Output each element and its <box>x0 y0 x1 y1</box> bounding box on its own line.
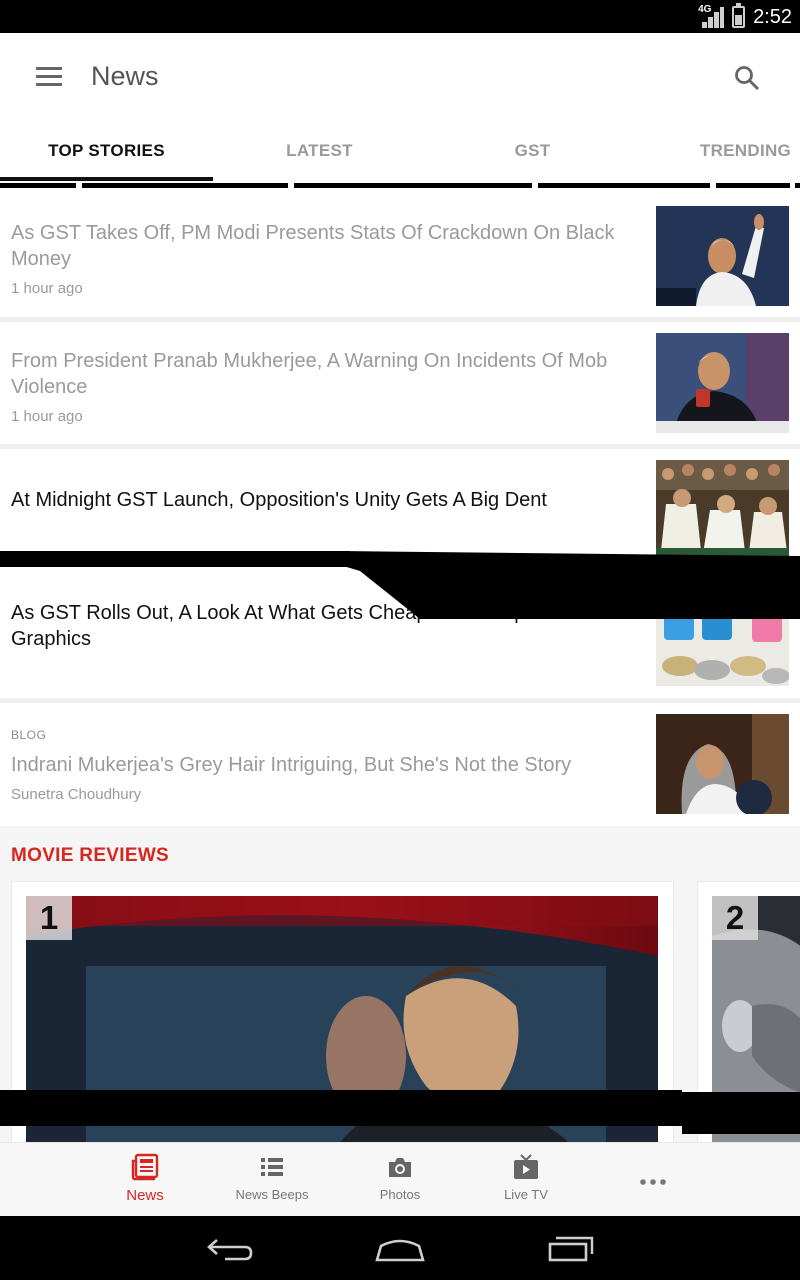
signal-icon: 4G <box>698 4 725 28</box>
glitch-band <box>795 183 800 188</box>
story-time: 1 hour ago <box>11 408 83 425</box>
story-kicker: BLOG <box>11 728 47 742</box>
story-item[interactable]: As GST Takes Off, PM Modi Presents Stats… <box>0 193 800 317</box>
nav-label: News <box>126 1187 164 1204</box>
glitch-band <box>682 1092 800 1134</box>
nav-news-beeps[interactable]: News Beeps <box>212 1143 332 1217</box>
more-icon[interactable] <box>640 1179 666 1185</box>
rank-badge: 1 <box>26 896 72 940</box>
search-icon[interactable] <box>734 65 760 91</box>
list-icon <box>261 1158 283 1176</box>
home-icon[interactable] <box>374 1234 426 1262</box>
nav-photos[interactable]: Photos <box>340 1143 460 1217</box>
nav-label: Live TV <box>504 1187 548 1202</box>
newspaper-icon <box>131 1153 159 1181</box>
bottom-navigation: News News Beeps Photos Live TV <box>0 1142 800 1216</box>
story-title: At Midnight GST Launch, Opposition's Uni… <box>11 489 547 511</box>
story-time: 1 hour ago <box>11 280 83 297</box>
recent-apps-icon[interactable] <box>546 1234 596 1262</box>
nav-news[interactable]: News <box>85 1143 205 1217</box>
page-title: News <box>91 61 159 91</box>
glitch-band <box>0 551 350 567</box>
story-item[interactable]: From President Pranab Mukherjee, A Warni… <box>0 322 800 444</box>
battery-icon <box>732 3 746 28</box>
active-tab-indicator <box>0 177 213 181</box>
camera-icon <box>389 1158 411 1177</box>
story-title: As GST Takes Off, PM Modi Presents Stats… <box>11 222 615 270</box>
story-title: From President Pranab Mukherjee, A Warni… <box>11 350 608 398</box>
status-bar: 4G 2:52 <box>0 0 800 33</box>
story-thumbnail <box>656 206 789 306</box>
nav-live-tv[interactable]: Live TV <box>466 1143 586 1217</box>
tab-bar: TOP STORIES LATEST GST TRENDING <box>0 120 800 182</box>
story-author: Sunetra Choudhury <box>11 786 142 803</box>
glitch-band <box>538 183 710 188</box>
nav-label: Photos <box>379 1187 421 1202</box>
tv-icon <box>514 1154 538 1179</box>
nav-label: News Beeps <box>235 1187 309 1202</box>
app-bar: News <box>0 33 800 120</box>
tab-latest[interactable]: LATEST <box>213 120 426 182</box>
app-screen: 4G 2:52 News TOP STORIES LATEST GST TREN… <box>0 0 800 1280</box>
back-icon[interactable] <box>205 1236 255 1262</box>
tab-gst[interactable]: GST <box>426 120 639 182</box>
glitch-band <box>0 1090 682 1126</box>
glitch-band <box>294 183 532 188</box>
network-type: 4G <box>698 4 712 15</box>
story-thumbnail <box>656 460 789 560</box>
status-time: 2:52 <box>753 5 792 28</box>
glitch-band <box>0 183 76 188</box>
system-navigation-bar <box>0 1216 800 1280</box>
story-title: Indrani Mukerjea's Grey Hair Intriguing,… <box>11 754 572 776</box>
glitch-band <box>716 183 790 188</box>
story-thumbnail <box>656 333 789 433</box>
glitch-band <box>82 183 288 188</box>
rank-badge: 2 <box>712 896 758 940</box>
section-title: MOVIE REVIEWS <box>11 845 170 866</box>
story-thumbnail <box>656 714 789 814</box>
story-item[interactable]: BLOG Indrani Mukerjea's Grey Hair Intrig… <box>0 703 800 825</box>
glitch-band <box>340 551 800 619</box>
tab-trending[interactable]: TRENDING <box>639 120 800 182</box>
menu-icon[interactable] <box>36 67 62 87</box>
tab-top-stories[interactable]: TOP STORIES <box>0 120 213 182</box>
